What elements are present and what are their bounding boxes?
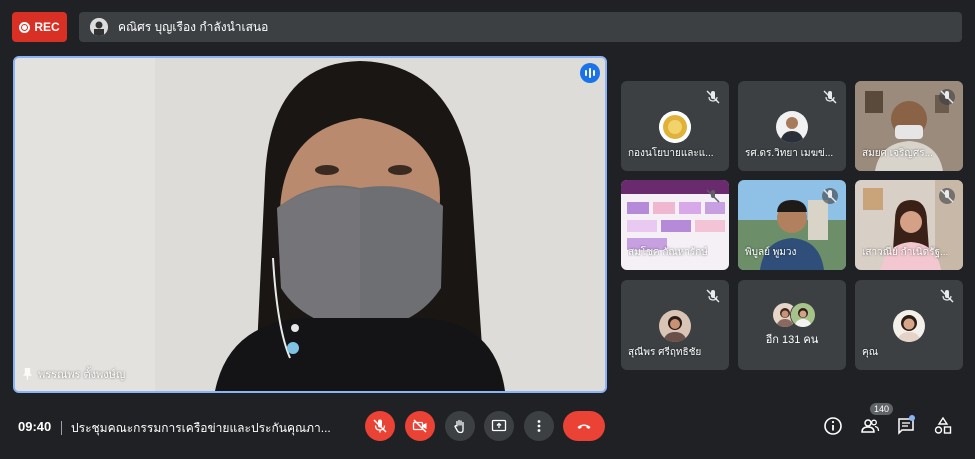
main-speaker-label: พรรณพร ตั้งพงษ์ญ [23, 365, 125, 383]
presenter-avatar [90, 18, 108, 36]
participant-name: เสาวณีย์ กำเนิดรัฐ... [862, 247, 949, 258]
participant-name: กองนโยบายและแ... [628, 148, 714, 159]
activities-button[interactable] [933, 416, 953, 436]
mic-off-icon [373, 419, 387, 433]
participant-name: สมโชค กัณหารักษ์ [628, 247, 708, 258]
self-avatar [893, 310, 925, 342]
participant-avatar [659, 310, 691, 342]
pin-icon [23, 368, 32, 380]
hand-icon [454, 419, 464, 434]
participant-tile[interactable]: พิบูลย์ พูมวง [738, 180, 846, 270]
participant-avatar [776, 111, 808, 143]
divider [61, 421, 62, 435]
raise-hand-button[interactable] [445, 411, 475, 441]
participant-avatar [790, 302, 816, 328]
speaker-video-image [15, 58, 605, 391]
info-icon [824, 417, 842, 435]
leave-call-button[interactable] [563, 411, 605, 441]
self-tile[interactable]: คุณ [855, 280, 963, 370]
camera-off-icon [412, 419, 427, 433]
meeting-title: ประชุมคณะกรรมการเครือข่ายและประกันคุณภา.… [71, 421, 331, 435]
mic-off-icon [939, 89, 955, 105]
participant-tile[interactable]: รศ.ดร.วิทยา เมฆข่... [738, 81, 846, 171]
participant-avatar [659, 111, 691, 143]
control-bar: 09:40 ประชุมคณะกรรมการเครือข่ายและประกัน… [0, 403, 975, 449]
more-vertical-icon [537, 420, 541, 432]
participant-name: สมยศ เจริญศร... [862, 148, 933, 159]
speaking-indicator-icon [580, 63, 600, 83]
participant-name: สุณีพร ศรีฤทธิชัย [628, 347, 702, 358]
meeting-details-button[interactable] [823, 416, 843, 436]
recording-indicator[interactable]: REC [12, 12, 67, 42]
presenting-text: คณิศร บุญเรือง กำลังนำเสนอ [118, 19, 269, 34]
participant-tile[interactable]: เสาวณีย์ กำเนิดรัฐ... [855, 180, 963, 270]
present-icon [491, 419, 507, 432]
mic-off-icon [705, 188, 721, 204]
present-screen-button[interactable] [484, 411, 514, 441]
camera-toggle-button[interactable] [405, 411, 435, 441]
recording-label: REC [34, 20, 60, 34]
microphone-toggle-button[interactable] [365, 411, 395, 441]
presenting-banner: คณิศร บุญเรือง กำลังนำเสนอ [79, 12, 962, 42]
mic-off-icon [939, 188, 955, 204]
self-name: คุณ [862, 347, 878, 358]
participants-button[interactable] [860, 416, 880, 436]
participant-count-badge: 140 [870, 403, 894, 415]
participant-name: พิบูลย์ พูมวง [745, 247, 797, 258]
mic-off-icon [705, 288, 721, 304]
participant-tile[interactable]: สมโชค กัณหารักษ์ [621, 180, 729, 270]
mic-off-icon [705, 89, 721, 105]
mic-off-icon [822, 188, 838, 204]
participant-tile[interactable]: กองนโยบายและแ... [621, 81, 729, 171]
record-icon [19, 21, 31, 33]
people-icon [861, 419, 880, 433]
participant-grid: กองนโยบายและแ... รศ.ดร.วิทยา เมฆข่... สม… [621, 81, 963, 370]
more-options-button[interactable] [524, 411, 554, 441]
main-speaker-video[interactable]: พรรณพร ตั้งพงษ์ญ [13, 56, 607, 393]
participant-name: รศ.ดร.วิทยา เมฆข่... [745, 148, 834, 159]
more-participants-tile[interactable]: อีก 131 คน [738, 280, 846, 370]
new-message-dot [909, 415, 915, 421]
clock: 09:40 [18, 419, 52, 434]
mic-off-icon [822, 89, 838, 105]
end-call-icon [577, 424, 591, 429]
mic-off-icon [939, 288, 955, 304]
main-speaker-name: พรรณพร ตั้งพงษ์ญ [38, 369, 126, 381]
participant-tile[interactable]: สมยศ เจริญศร... [855, 81, 963, 171]
participant-tile[interactable]: สุณีพร ศรีฤทธิชัย [621, 280, 729, 370]
more-participants-label: อีก 131 คน [765, 334, 819, 346]
activities-icon [934, 416, 952, 434]
